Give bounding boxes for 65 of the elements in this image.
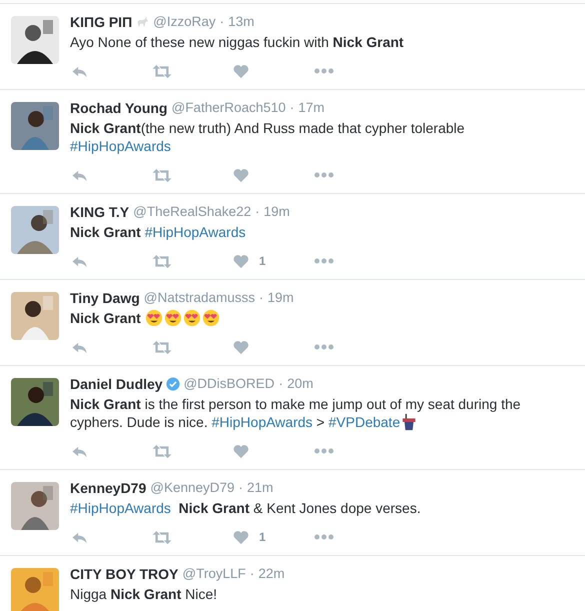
tweet-text: Nick Grant(the new truth) And Russ made that cypher tolerable #HipHopAwards (70, 119, 466, 155)
retweet-icon[interactable] (151, 530, 173, 544)
retweet-icon[interactable] (151, 64, 173, 78)
timestamp[interactable]: 22m (258, 565, 285, 583)
user-handle[interactable]: @TheRealShake22 (133, 203, 252, 221)
heart-icon[interactable] (232, 530, 250, 544)
more-icon[interactable] (314, 448, 334, 454)
tweet-text: Nick Grant is the first person to make me jump out of my seat during the cyphers. Dude is nice. #HipHopAwards > #VPDebate (70, 395, 522, 431)
more-icon[interactable] (314, 534, 334, 540)
user-handle[interactable]: @FatherRoach510 (171, 99, 286, 117)
timestamp[interactable]: 13m (228, 13, 254, 31)
separator: · (250, 565, 254, 583)
retweet-icon[interactable] (151, 340, 173, 354)
user-name[interactable]: KIПG PIП (70, 13, 132, 31)
separator: · (255, 203, 260, 221)
user-name[interactable]: Rochad Young (70, 99, 168, 117)
timestamp[interactable]: 19m (268, 289, 294, 307)
podium-icon (400, 413, 418, 431)
tweet-text: Ayo None of these new niggas fuckin with Nick Grant (70, 33, 405, 51)
more-icon[interactable] (314, 344, 334, 350)
tweet-text: #HipHopAwards Nick Grant & Kent Jones dope verses. (70, 499, 422, 517)
user-name[interactable]: Tiny Dawg (70, 289, 140, 307)
user-handle[interactable]: @TroyLLF (182, 565, 246, 583)
separator: · (290, 99, 294, 117)
more-icon[interactable] (314, 68, 334, 74)
heart-eyes-emoji-icon (144, 309, 163, 327)
user-handle[interactable]: @KenneyD79 (150, 479, 235, 497)
heart-icon[interactable] (232, 64, 250, 78)
tweet-text: Nick Grant #HipHopAwards (70, 223, 247, 241)
timestamp[interactable]: 19m (264, 203, 290, 221)
separator: · (238, 479, 244, 497)
heart-icon[interactable] (232, 254, 250, 268)
retweet-icon[interactable] (151, 444, 173, 458)
heart-icon[interactable] (232, 168, 250, 182)
user-handle[interactable]: @DDisBORED (184, 375, 275, 393)
tweet-text: Nigga Nick Grant Nice! (70, 585, 218, 603)
heart-eyes-emoji-icon (202, 309, 220, 327)
timestamp[interactable]: 20m (287, 375, 314, 393)
more-icon[interactable] (314, 172, 334, 178)
separator: · (220, 13, 224, 31)
like-count: 1 (259, 254, 266, 268)
user-handle[interactable]: @Natstradamusss (144, 289, 256, 307)
separator: · (259, 289, 264, 307)
separator: · (278, 375, 284, 393)
hashtag-link[interactable]: #HipHopAwards (70, 138, 171, 154)
retweet-icon[interactable] (151, 254, 173, 268)
user-name[interactable]: Daniel Dudley (70, 375, 163, 393)
hashtag-link[interactable]: #VPDebate (328, 414, 400, 430)
hashtag-link[interactable]: #HipHopAwards (144, 224, 246, 240)
hashtag-link[interactable]: #HipHopAwards (70, 500, 171, 516)
heart-icon[interactable] (232, 340, 250, 354)
more-icon[interactable] (314, 258, 334, 264)
retweet-icon[interactable] (151, 168, 173, 182)
user-name[interactable]: CITY BOY TROY (70, 565, 178, 583)
user-handle[interactable]: @IzzoRay (153, 13, 216, 31)
hashtag-link[interactable]: #HipHopAwards (212, 414, 313, 430)
timestamp[interactable]: 21m (247, 479, 274, 497)
like-count: 1 (259, 530, 266, 544)
heart-eyes-emoji-icon (182, 309, 201, 327)
heart-eyes-emoji-icon (164, 309, 182, 327)
user-name[interactable]: KING T.Y (70, 203, 130, 221)
heart-icon[interactable] (232, 444, 250, 458)
timestamp[interactable]: 17m (298, 99, 325, 117)
tweet-text: Nick Grant (70, 309, 550, 327)
user-name[interactable]: KenneyD79 (70, 479, 146, 497)
